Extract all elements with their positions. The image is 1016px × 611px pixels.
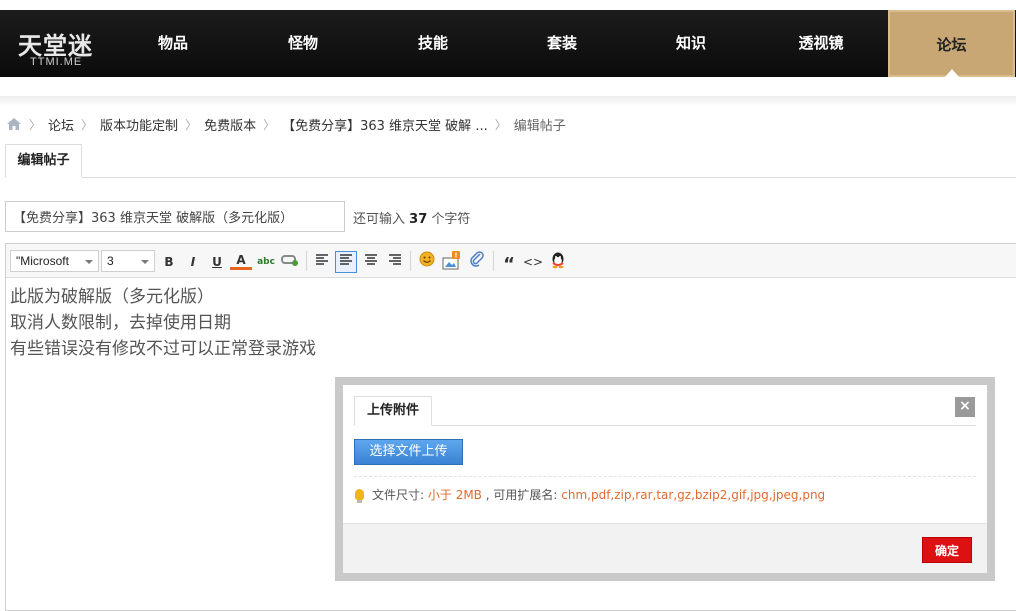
post-title-input[interactable] [5,201,345,232]
chevron-right-icon: 〉 [494,117,507,132]
top-nav-bar: 天堂迷 TTMI.ME 物品 怪物 技能 套装 知识 透视镜 论坛 [0,10,1016,77]
post-tabs: 编辑帖子 [5,144,1016,178]
font-family-select[interactable]: "Microsoft [10,250,99,272]
upload-dialog-frame: 上传附件 × 选择文件上传 文件尺寸: 小于 2MB , 可用扩展名: chm,… [335,377,995,581]
tab-edit-post[interactable]: 编辑帖子 [5,144,82,178]
svg-text:!: ! [454,252,457,260]
nav-item-monsters[interactable]: 怪物 [258,10,348,77]
header-shadow [0,96,1016,106]
align-left-active-icon[interactable] [335,251,357,273]
close-icon[interactable]: × [955,397,975,417]
select-file-upload-button[interactable]: 选择文件上传 [354,439,463,465]
content-line: 取消人数限制，去掉使用日期 [10,313,231,333]
italic-button[interactable]: I [182,251,204,273]
dialog-footer: 确定 [343,523,987,573]
allowed-extensions: chm,pdf,zip,rar,tar,gz,bzip2,gif,jpg,jpe… [561,487,826,502]
nav-item-items[interactable]: 物品 [128,10,218,77]
toolbar-divider [306,251,307,271]
tab-upload-attachment[interactable]: 上传附件 [354,396,432,426]
upload-info: 文件尺寸: 小于 2MB , 可用扩展名: chm,pdf,zip,rar,ta… [355,486,825,503]
font-size-select[interactable]: 3 [101,250,155,272]
nav-item-knowledge[interactable]: 知识 [646,10,736,77]
align-right-icon[interactable] [384,251,406,273]
home-icon[interactable] [6,117,22,131]
quote-icon[interactable]: “ [498,251,520,275]
editor-content[interactable]: 此版为破解版（多元化版） 取消人数限制，去掉使用日期 有些错误没有修改不过可以正… [10,284,316,362]
align-center-icon[interactable] [360,251,382,273]
link-icon[interactable] [279,251,301,273]
title-remaining-count: 37 [409,212,428,227]
site-logo[interactable]: 天堂迷 TTMI.ME [10,10,120,77]
breadcrumb-current: 编辑帖子 [513,118,566,134]
bold-button[interactable]: B [158,251,180,273]
content-line: 有些错误没有修改不过可以正常登录游戏 [10,339,316,359]
chevron-right-icon: 〉 [263,117,276,132]
breadcrumb: 〉 论坛 〉 版本功能定制 〉 免费版本 〉 【免费分享】363 维京天堂 破解… [6,114,566,134]
chevron-down-icon [141,260,149,264]
underline-button[interactable]: U [206,251,228,273]
dialog-tabs: 上传附件 [354,396,976,426]
upload-dialog: 上传附件 × 选择文件上传 文件尺寸: 小于 2MB , 可用扩展名: chm,… [343,385,987,573]
nav-item-forum[interactable]: 论坛 [888,10,1015,77]
align-left-icon[interactable] [311,251,333,273]
spellcheck-icon[interactable]: abc [255,251,277,273]
code-icon[interactable]: <> [522,251,544,273]
breadcrumb-free-version[interactable]: 免费版本 [204,115,256,134]
toolbar-divider [493,251,494,271]
font-color-button[interactable]: A [230,251,252,270]
size-limit: 小于 2MB [427,488,482,502]
breadcrumb-thread[interactable]: 【免费分享】363 维京天堂 破解 ... [282,115,488,134]
breadcrumb-forum[interactable]: 论坛 [48,115,74,134]
chevron-down-icon [85,260,93,264]
chevron-right-icon: 〉 [81,117,94,132]
nav-item-perspective[interactable]: 透视镜 [776,10,866,77]
editor-toolbar: "Microsoft 3 B I U A abc ! “ <> [6,244,1016,278]
attachment-icon[interactable] [466,251,488,273]
confirm-button[interactable]: 确定 [922,537,972,563]
dialog-divider [354,476,976,477]
emoji-icon[interactable] [416,251,438,273]
content-line: 此版为破解版（多元化版） [10,287,214,307]
title-char-hint: 还可输入 37 个字符 [353,212,471,227]
toolbar-divider [410,251,411,271]
logo-subtext: TTMI.ME [30,56,83,68]
nav-item-skills[interactable]: 技能 [388,10,478,77]
chevron-right-icon: 〉 [29,117,42,132]
lightbulb-icon [355,489,364,503]
qq-icon[interactable] [547,251,569,273]
nav-item-sets[interactable]: 套装 [517,10,607,77]
chevron-right-icon: 〉 [185,117,198,132]
breadcrumb-custom-features[interactable]: 版本功能定制 [100,115,178,134]
image-upload-icon[interactable]: ! [441,251,463,273]
